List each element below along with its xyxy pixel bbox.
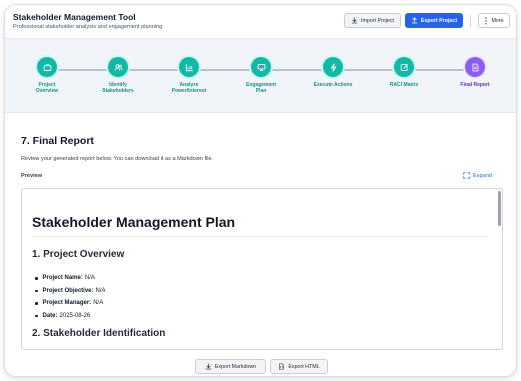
header-divider [470,15,471,27]
report-title-divider [32,236,488,237]
step-label: Final Report [460,82,490,88]
report-section-heading: 1. Project Overview [32,249,125,260]
expand-label: Expand [473,172,492,179]
step-analyze-power-interest[interactable]: Analyze Power/Interest [154,57,224,94]
app-title: Stakeholder Management Tool [13,12,136,22]
step-identify-stakeholders[interactable]: Identify Stakeholders [83,57,153,94]
step-circle [251,57,271,77]
step-label: Execute Actions [313,82,353,88]
expand-icon [463,172,470,179]
download-icon [351,17,358,24]
step-circle [37,57,57,77]
step-engagement-plan[interactable]: Engagement Plan [226,57,296,94]
step-circle [394,57,414,77]
progress-stepper: Project Overview Identify Stakeholders Ana… [5,39,516,113]
chart-icon [185,63,194,72]
step-final-report[interactable]: Final Report [440,57,510,88]
download-icon [205,363,212,370]
step-label: Engagement Plan [245,82,276,94]
lightning-icon [329,62,338,72]
step-raci-matrix[interactable]: RACI Matrix [369,57,439,88]
project-fields-list: Project Name: N/A Project Objective: N/A P… [35,272,106,322]
list-item: Project Name: N/A [35,272,106,285]
export-html-button[interactable]: Export HTML [270,359,328,374]
export-project-button[interactable]: Export Project [405,13,463,28]
briefcase-icon [43,63,52,72]
report-title: Stakeholder Management Plan [32,214,236,230]
step-label: Analyze Power/Interest [171,82,207,94]
step-circle [179,57,199,77]
export-project-label: Export Project [420,17,458,24]
field-key: Project Name: [42,275,83,282]
field-value: N/A [84,275,95,282]
app-window: Stakeholder Management Tool Professional… [4,4,517,377]
preview-scrollbar[interactable] [498,191,501,226]
step-execute-actions[interactable]: Execute Actions [298,57,368,88]
report-section-heading: 2. Stakeholder Identification [32,328,166,339]
step-circle [323,57,343,77]
export-markdown-label: Export Markdown [214,363,257,370]
app-subtitle: Professional stakeholder analysis and en… [13,24,163,30]
step-circle [108,57,128,77]
page-description: Review your generated report below. You … [21,156,214,162]
file-code-icon [278,363,285,370]
preview-label: Preview [21,173,43,179]
field-value: N/A [93,300,104,307]
export-html-label: Export HTML [288,363,320,370]
document-icon [471,63,480,72]
monitor-icon [257,63,266,72]
more-label: More [491,17,504,24]
import-project-button[interactable]: Import Project [344,13,401,28]
users-icon [114,63,123,72]
main-content: 7. Final Report Review your generated re… [5,113,516,376]
list-item: Project Manager: N/A [35,297,106,310]
field-value: N/A [95,287,106,294]
field-value: 2025-08-26 [59,312,91,319]
edit-icon [400,63,409,72]
step-circle-active [465,57,485,77]
more-vertical-icon [484,16,488,25]
upload-icon [411,17,418,24]
field-key: Project Manager: [42,300,92,307]
report-preview[interactable]: Stakeholder Management Plan 1. Project O… [21,188,503,350]
import-project-label: Import Project [361,17,394,24]
step-label: Project Overview [35,82,59,94]
list-item: Project Objective: N/A [35,285,106,298]
field-key: Date: [42,312,58,319]
field-key: Project Objective: [42,287,94,294]
page-title: 7. Final Report [21,135,94,147]
expand-button[interactable]: Expand [463,172,492,179]
step-label: Identify Stakeholders [102,82,134,94]
more-button[interactable]: More [478,13,510,28]
app-header: Stakeholder Management Tool Professional… [5,5,516,39]
list-item: Date: 2025-08-26 [35,310,106,323]
export-markdown-button[interactable]: Export Markdown [195,359,266,374]
step-label: RACI Matrix [389,82,419,88]
step-project-overview[interactable]: Project Overview [12,57,82,94]
